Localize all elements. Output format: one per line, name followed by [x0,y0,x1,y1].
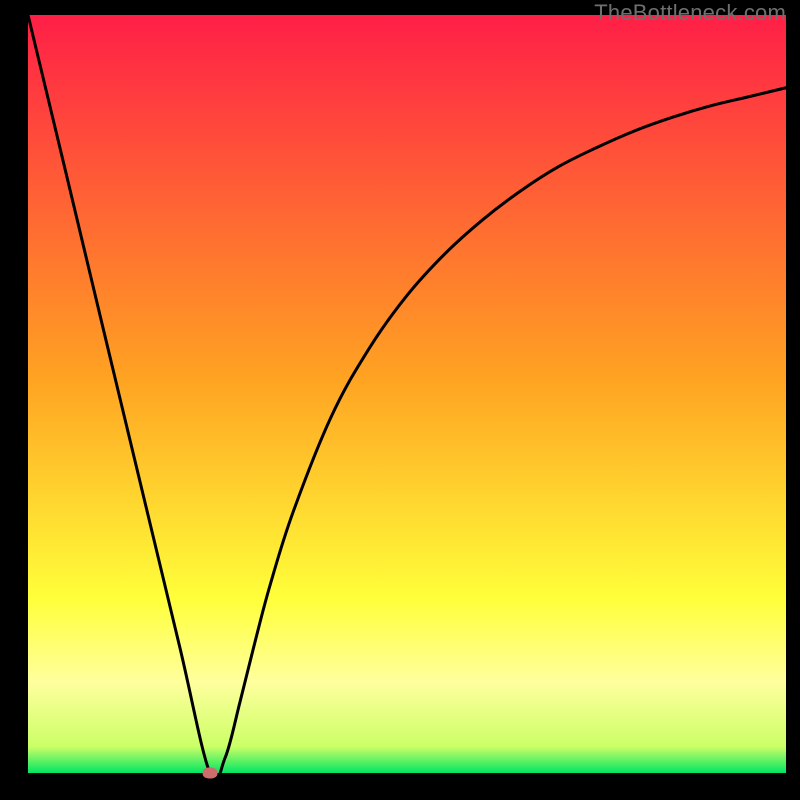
chart-frame: TheBottleneck.com [0,0,800,800]
plot-outer-border [28,15,786,773]
minimum-marker [202,768,217,779]
watermark-text: TheBottleneck.com [594,0,786,26]
bottleneck-curve [28,15,786,773]
plot-area [28,15,786,773]
